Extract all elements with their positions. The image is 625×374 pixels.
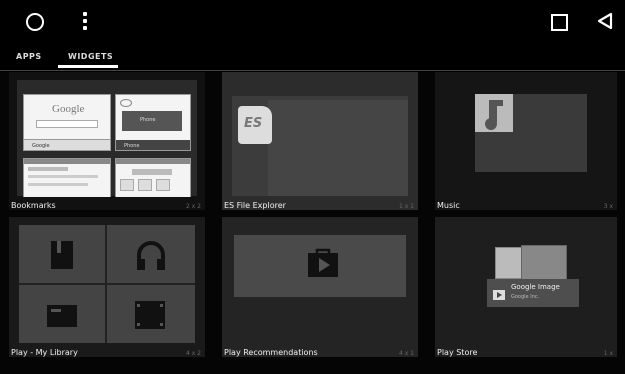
widget-dims: 1 x 1 [399, 203, 414, 210]
widget-dims: 2 x 2 [186, 203, 201, 210]
widget-play-recommendations[interactable]: Play Recommendations 4 x 1 [222, 217, 418, 357]
widget-bookmarks[interactable]: Google Google Phone Phone Bookmarks 2 x … [9, 72, 205, 210]
widget-label: Bookmarks [11, 201, 56, 210]
music-preview [475, 94, 587, 172]
play-store-preview: Google Image Google Inc. [481, 241, 581, 329]
headphones-icon [135, 239, 167, 275]
widget-label: Music [437, 201, 460, 210]
widget-play-store[interactable]: Google Image Google Inc. Play Store 1 x [435, 217, 617, 357]
back-icon[interactable] [597, 12, 613, 30]
widget-es-file-explorer[interactable]: ES ES File Explorer 1 x 1 [222, 72, 418, 210]
widget-label: Play Store [437, 348, 478, 357]
tab-widgets[interactable]: WIDGETS [68, 52, 113, 61]
widget-dims: 1 x [603, 350, 613, 357]
navigation-bar [0, 0, 625, 44]
play-store-card: Google Image Google Inc. [487, 279, 579, 307]
bookmark-thumb-4 [115, 158, 191, 197]
library-preview [19, 225, 195, 343]
bookmark-thumb-3 [23, 158, 111, 197]
es-file-explorer-icon: ES [238, 106, 272, 144]
widget-music[interactable]: Music 3 x [435, 72, 617, 210]
active-tab-indicator [58, 65, 118, 68]
widget-dims: 4 x 2 [186, 350, 201, 357]
recommendations-preview [234, 235, 406, 297]
tab-apps[interactable]: APPS [16, 52, 42, 61]
widget-play-my-library[interactable]: Play - My Library 4 x 2 [9, 217, 205, 357]
play-store-icon [492, 286, 506, 305]
bookmarks-preview: Google Google Phone Phone [17, 80, 197, 197]
widget-label: Play Recommendations [224, 348, 318, 357]
circle-icon[interactable] [26, 13, 44, 31]
widget-label: ES File Explorer [224, 201, 286, 210]
book-icon [49, 239, 77, 275]
widget-label: Play - My Library [11, 348, 78, 357]
play-store-bag-icon [306, 245, 340, 283]
widget-dims: 4 x 1 [399, 350, 414, 357]
bookmark-thumb-phone: Phone Phone [115, 94, 191, 151]
film-icon [133, 299, 167, 335]
newspaper-icon [45, 301, 79, 333]
bookmark-thumb-google: Google Google [23, 94, 111, 151]
es-preview: ES [232, 96, 408, 196]
widgets-grid: Google Google Phone Phone Bookmarks 2 x … [0, 72, 625, 374]
widget-dims: 3 x [603, 203, 613, 210]
recent-apps-icon[interactable] [551, 14, 568, 31]
overflow-menu-icon[interactable] [82, 12, 88, 32]
music-album-art-icon [475, 94, 513, 132]
